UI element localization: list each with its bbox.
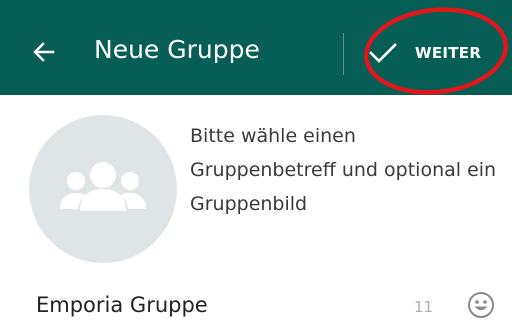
smiley-icon xyxy=(468,292,494,318)
group-subject-row: 11 xyxy=(36,289,506,323)
next-button[interactable]: WEITER xyxy=(360,24,500,82)
toolbar: Neue Gruppe WEITER xyxy=(0,0,512,95)
group-hint-text: Bitte wähle einen Gruppenbetreff und opt… xyxy=(190,125,497,215)
page-title: Neue Gruppe xyxy=(94,35,260,64)
group-photo-button[interactable] xyxy=(29,115,177,263)
emoji-button[interactable] xyxy=(466,290,496,320)
back-button[interactable] xyxy=(22,30,66,74)
check-icon xyxy=(369,43,397,63)
group-subject-input[interactable] xyxy=(36,289,386,321)
group-icon xyxy=(60,162,146,211)
new-group-screen: Neue Gruppe WEITER Bitte wähle einen Gru… xyxy=(0,0,512,323)
next-button-label: WEITER xyxy=(415,44,482,62)
arrow-left-icon xyxy=(33,42,55,62)
remaining-chars-counter: 11 xyxy=(414,298,434,316)
toolbar-divider xyxy=(343,33,344,75)
